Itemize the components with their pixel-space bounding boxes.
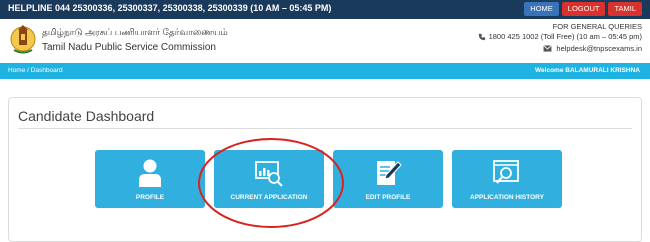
breadcrumb-separator: / [27, 67, 29, 74]
site-header: தமிழ்நாடு அரசுப் பணியாளர் தேர்வாணையம் Ta… [0, 19, 650, 61]
home-button[interactable]: HOME [524, 2, 559, 16]
page-title: Candidate Dashboard [18, 108, 155, 124]
breadcrumb: Home / Dashboard [8, 67, 63, 74]
top-helpline-bar: HELPLINE 044 25300336, 25300337, 2530033… [0, 0, 650, 19]
application-history-tile-button[interactable]: APPLICATION HISTORY [452, 150, 562, 208]
history-search-icon [493, 160, 519, 184]
tamil-language-button[interactable]: TAMIL [608, 2, 642, 16]
breadcrumb-home-link[interactable]: Home [8, 67, 25, 74]
current-application-tile-label: CURRENT APPLICATION [230, 194, 308, 201]
phone-icon [478, 33, 485, 40]
current-application-tile-button[interactable]: CURRENT APPLICATION [214, 150, 324, 208]
profile-tile-label: PROFILE [135, 194, 165, 201]
edit-document-icon [377, 161, 402, 185]
tamil-nadu-emblem-icon[interactable] [10, 22, 36, 56]
application-history-tile-label: APPLICATION HISTORY [470, 194, 544, 201]
edit-profile-tile-button[interactable]: EDIT PROFILE [333, 150, 443, 208]
chart-search-icon [255, 161, 283, 187]
email-icon [543, 45, 553, 52]
edit-profile-tile-label: EDIT PROFILE [365, 194, 411, 201]
phone-number: 1800 425 1002 (Toll Free) (10 am – 05:45… [488, 32, 642, 41]
profile-tile-button[interactable]: PROFILE [95, 150, 205, 208]
org-name-tamil: தமிழ்நாடு அரசுப் பணியாளர் தேர்வாணையம் [42, 27, 228, 37]
helpline-text: HELPLINE 044 25300336, 25300337, 2530033… [8, 3, 332, 13]
phone-contact: 1800 425 1002 (Toll Free) (10 am – 05:45… [478, 32, 642, 41]
welcome-user-text: Welcome BALAMURALI KRISHNA [535, 67, 640, 74]
org-name-english: Tamil Nadu Public Service Commission [42, 42, 216, 53]
top-button-group: HOME LOGOUT TAMIL [524, 2, 642, 16]
email-address[interactable]: helpdesk@tnpscexams.in [556, 44, 642, 53]
user-icon [139, 159, 161, 187]
breadcrumb-bar: Home / Dashboard Welcome BALAMURALI KRIS… [0, 63, 650, 79]
breadcrumb-current: Dashboard [30, 67, 63, 74]
email-contact: helpdesk@tnpscexams.in [543, 44, 642, 53]
general-queries-title: FOR GENERAL QUERIES [552, 22, 642, 31]
logout-button[interactable]: LOGOUT [561, 2, 606, 16]
title-divider [18, 128, 632, 129]
